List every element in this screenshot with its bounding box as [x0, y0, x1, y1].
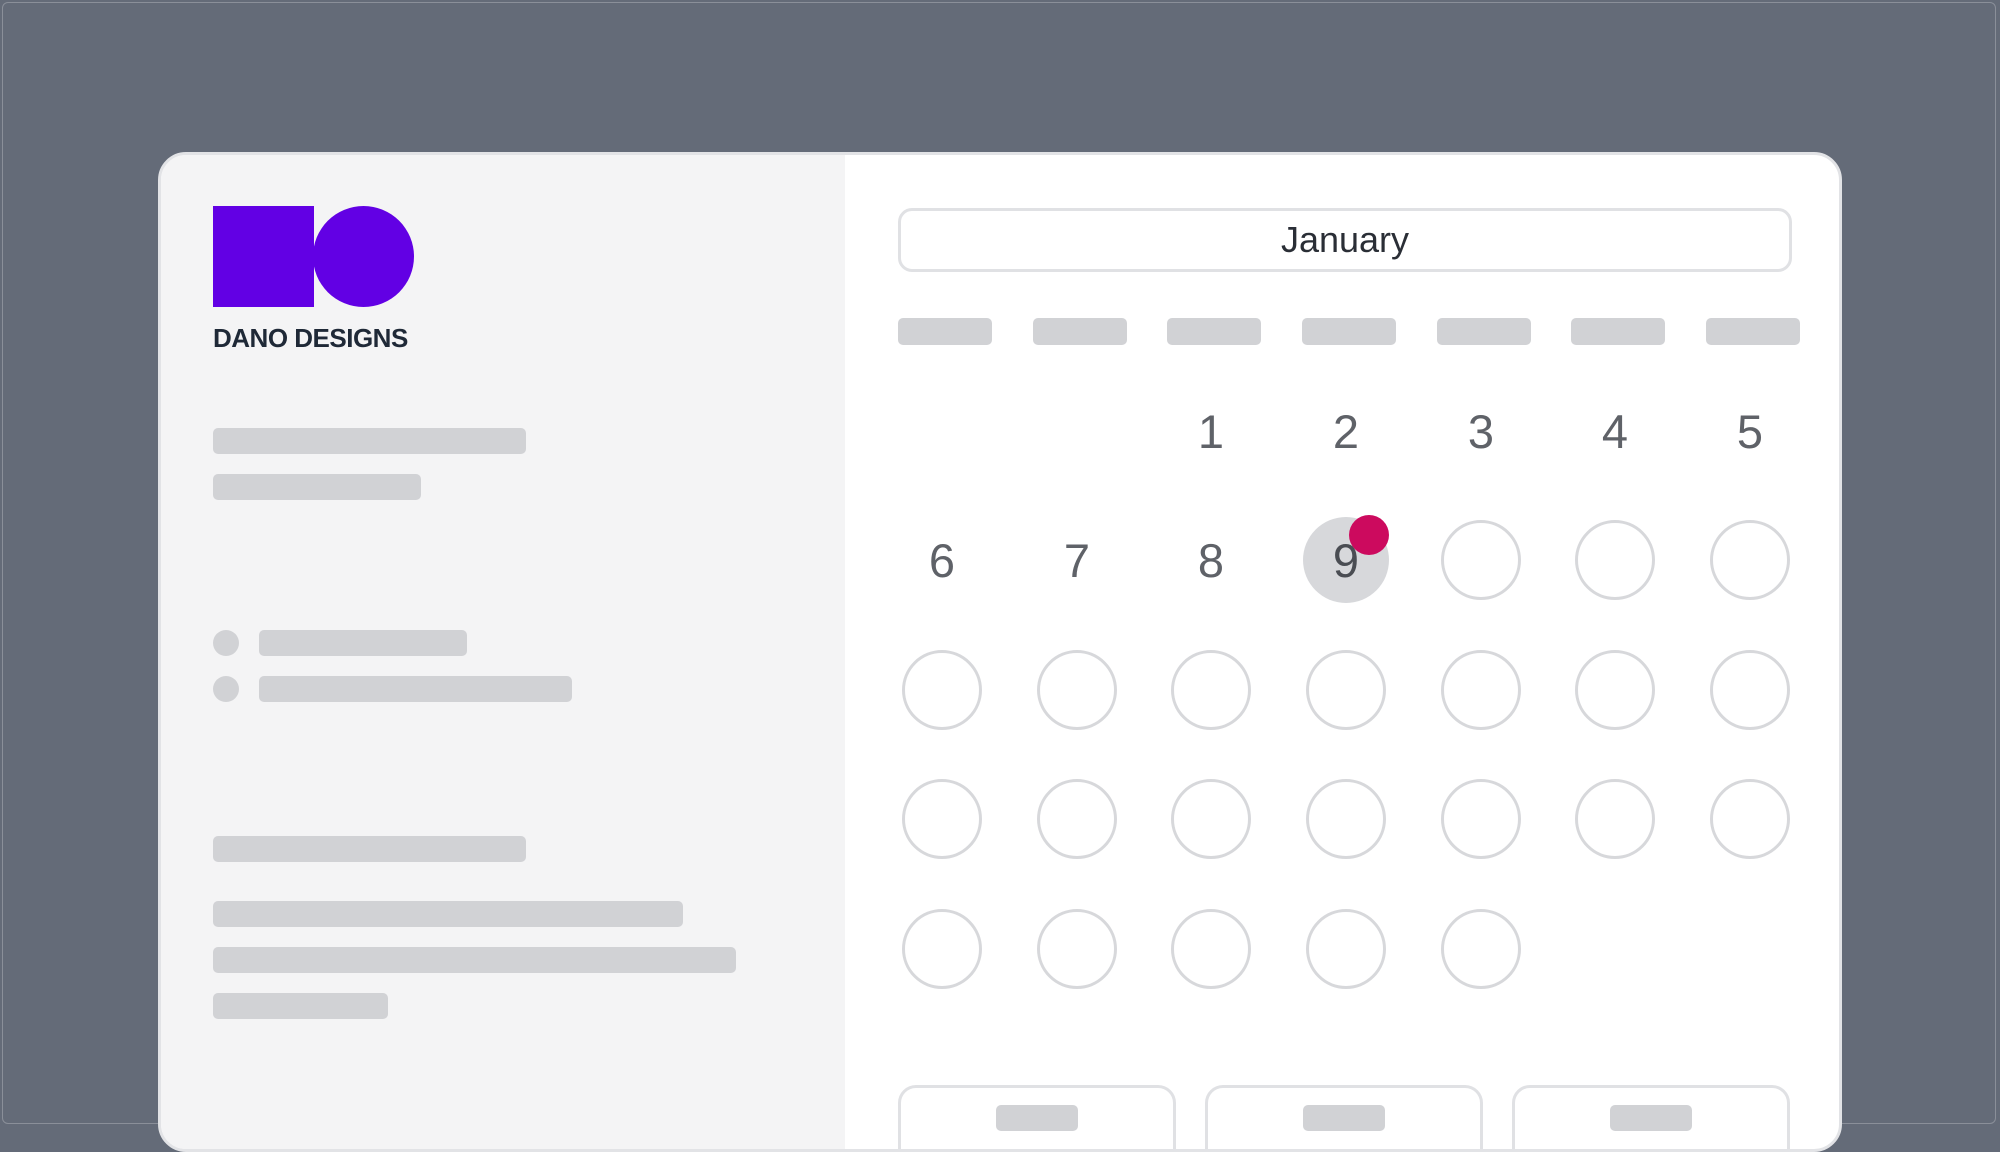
month-selector[interactable]: January	[898, 208, 1792, 272]
time-slot-button[interactable]	[898, 1085, 1176, 1149]
weekday-label-placeholder	[1033, 318, 1127, 345]
time-slot-label-placeholder	[996, 1105, 1078, 1131]
brand-name: DANO DESIGNS	[213, 323, 408, 353]
time-slot-label-placeholder	[1303, 1105, 1385, 1131]
calendar-day-slot[interactable]	[1037, 779, 1117, 859]
calendar-day-slot[interactable]	[1306, 779, 1386, 859]
calendar-day-slot[interactable]	[1037, 909, 1117, 989]
description-line-placeholder	[213, 901, 683, 927]
info-panel: DANO DESIGNS	[161, 155, 845, 1149]
calendar-day-slot[interactable]	[1037, 650, 1117, 730]
detail-bullet-icon	[213, 676, 239, 702]
detail-line-placeholder	[259, 630, 467, 656]
calendar-day-slot[interactable]	[1171, 650, 1251, 730]
calendar-day[interactable]: 1	[1168, 388, 1254, 474]
logo-circle-mark	[313, 206, 414, 307]
calendar-day[interactable]: 2	[1303, 388, 1389, 474]
booking-window: DANO DESIGNS January 123456789	[158, 152, 1842, 1152]
section-heading-placeholder	[213, 836, 526, 862]
calendar-day-slot[interactable]	[1575, 779, 1655, 859]
description-line-placeholder	[213, 947, 736, 973]
calendar-day-slot[interactable]	[1306, 909, 1386, 989]
time-slot-button[interactable]	[1512, 1085, 1790, 1149]
weekday-label-placeholder	[898, 318, 992, 345]
time-slot-label-placeholder	[1610, 1105, 1692, 1131]
calendar-day[interactable]: 5	[1707, 388, 1793, 474]
calendar-day-slot[interactable]	[1441, 909, 1521, 989]
detail-bullet-icon	[213, 630, 239, 656]
weekday-label-placeholder	[1437, 318, 1531, 345]
calendar-day-slot[interactable]	[1441, 779, 1521, 859]
calendar-day[interactable]: 6	[899, 517, 985, 603]
calendar-day-slot[interactable]	[1710, 650, 1790, 730]
calendar-day[interactable]: 8	[1168, 517, 1254, 603]
calendar-day-slot[interactable]	[1171, 779, 1251, 859]
weekday-label-placeholder	[1167, 318, 1261, 345]
event-indicator-icon	[1349, 515, 1389, 555]
calendar-day-slot[interactable]	[902, 909, 982, 989]
calendar-day-slot[interactable]	[1171, 909, 1251, 989]
logo-square-mark	[213, 206, 314, 307]
weekday-label-placeholder	[1302, 318, 1396, 345]
weekday-label-placeholder	[1706, 318, 1800, 345]
calendar-day[interactable]: 4	[1572, 388, 1658, 474]
description-line-placeholder	[213, 993, 388, 1019]
calendar-day[interactable]: 3	[1438, 388, 1524, 474]
calendar-panel: January 123456789	[845, 155, 1839, 1149]
subtitle-placeholder	[213, 474, 421, 500]
calendar-day-slot[interactable]	[902, 650, 982, 730]
calendar-day-slot[interactable]	[1575, 520, 1655, 600]
calendar-day-slot[interactable]	[1441, 650, 1521, 730]
calendar-day-slot[interactable]	[1710, 779, 1790, 859]
title-placeholder	[213, 428, 526, 454]
calendar-day-slot[interactable]	[902, 779, 982, 859]
calendar-day[interactable]: 7	[1034, 517, 1120, 603]
time-slot-button[interactable]	[1205, 1085, 1483, 1149]
calendar-day-slot[interactable]	[1575, 650, 1655, 730]
detail-line-placeholder	[259, 676, 572, 702]
weekday-label-placeholder	[1571, 318, 1665, 345]
calendar-day-slot[interactable]	[1710, 520, 1790, 600]
calendar-day-slot[interactable]	[1441, 520, 1521, 600]
calendar-day-slot[interactable]	[1306, 650, 1386, 730]
